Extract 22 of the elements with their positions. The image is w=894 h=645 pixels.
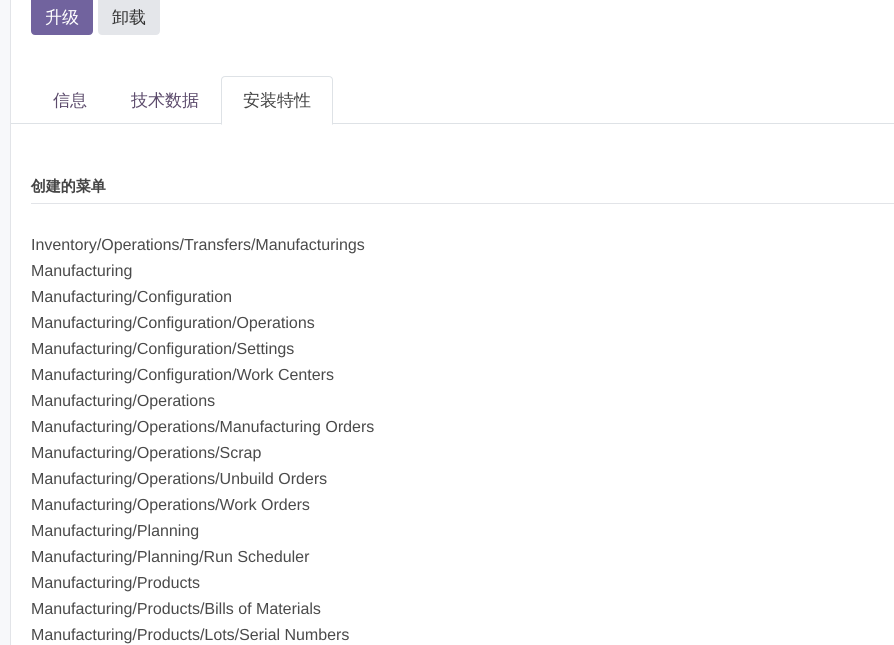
menu-path: Manufacturing/Products/Bills of Materials xyxy=(31,600,321,620)
menu-path: Inventory/Operations/Transfers/Manufacturings xyxy=(31,236,365,256)
menu-path: Manufacturing/Configuration/Settings xyxy=(31,340,294,360)
tab[interactable]: 信息 xyxy=(31,76,109,125)
menu-path: Manufacturing xyxy=(31,262,132,282)
menu-path: Manufacturing/Configuration/Work Centers xyxy=(31,366,334,386)
menu-path: Manufacturing/Operations/Unbuild Orders xyxy=(31,470,328,490)
section-heading: 创建的菜单 xyxy=(31,176,894,204)
tab[interactable]: 技术数据 xyxy=(109,76,221,125)
menu-path: Manufacturing/Planning/Run Scheduler xyxy=(31,548,310,568)
upgrade-button[interactable]: 升级 xyxy=(31,0,93,35)
menu-path: Manufacturing/Products xyxy=(31,574,200,594)
menu-path: Manufacturing/Configuration/Operations xyxy=(31,314,315,334)
menu-path: Manufacturing/Configuration xyxy=(31,288,232,308)
menu-path: Manufacturing/Operations/Scrap xyxy=(31,444,262,464)
menu-path: Manufacturing/Operations xyxy=(31,392,216,412)
menu-path: Manufacturing/Operations/Work Orders xyxy=(31,496,310,516)
menu-path: Manufacturing/Operations/Manufacturing Orders xyxy=(31,418,374,438)
tab[interactable]: 安装特性 xyxy=(221,76,333,125)
menu-path: Manufacturing/Planning xyxy=(31,522,200,542)
menu-path: Manufacturing/Products/Lots/Serial Numbers xyxy=(31,626,350,645)
uninstall-button[interactable]: 卸载 xyxy=(98,0,160,35)
